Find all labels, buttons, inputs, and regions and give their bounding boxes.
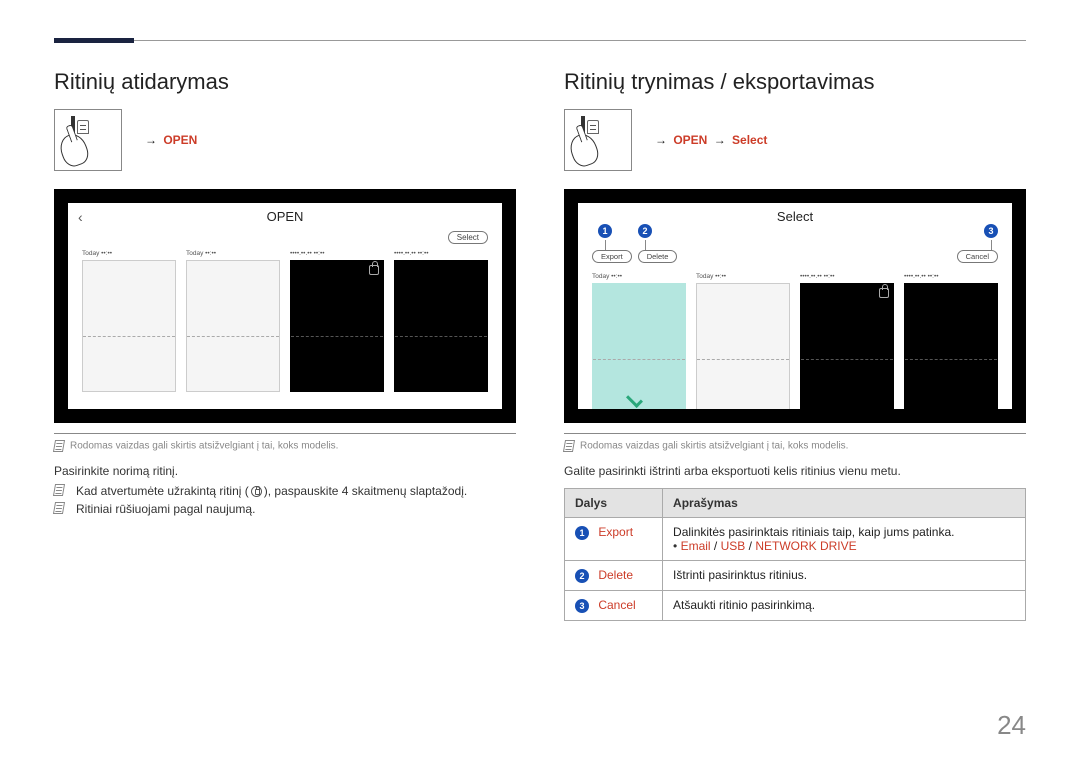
row-label: Cancel [598,598,635,612]
table-row: 1 Export Dalinkitės pasirinktais ritinia… [565,518,1026,561]
roll-label: Today ••:•• [82,250,176,260]
lock-icon [369,265,379,275]
open-screen: ‹ OPEN Select Today ••:•• Today ••:•• [54,189,516,423]
delete-button[interactable]: Delete [638,250,678,263]
roll-item[interactable]: Today ••:•• [82,250,176,392]
callout-3: 3 [984,224,998,238]
note-icon [563,440,575,452]
touch-open-icon [564,109,632,171]
row-label: Export [598,525,633,539]
bullet-text: Kad atvertumėte užrakintą ritinį ( [76,484,249,498]
callout-2: 2 [638,224,652,238]
arrow-icon: → [655,133,667,147]
divider [564,433,1026,434]
roll-label: Today ••:•• [696,273,790,283]
roll-label: ••••.••.•• ••:•• [904,273,998,283]
note-text: Rodomas vaizdas gali skirtis atsižvelgia… [580,441,848,452]
path-open: OPEN [163,133,197,147]
roll-item[interactable]: Today ••:•• [186,250,280,392]
select-screen: Select 1 2 3 Export Delete Cancel [564,189,1026,423]
roll-label: Today ••:•• [186,250,280,260]
left-path: → OPEN [142,133,197,147]
row-desc: Ištrinti pasirinktus ritinius. [663,561,1026,591]
roll-item[interactable]: ••••.••.•• ••:•• [394,250,488,392]
right-body: Galite pasirinkti ištrinti arba eksportu… [564,464,1026,478]
left-body: Pasirinkite norimą ritinį. [54,464,516,478]
select-screen-title: Select [578,203,1012,226]
right-path: → OPEN → Select [652,133,767,147]
roll-label: ••••.••.•• ••:•• [800,273,894,283]
opt-usb: USB [721,539,746,553]
divider [54,433,516,434]
path-select: Select [732,133,767,147]
table-row: 3 Cancel Atšaukti ritinio pasirinkimą. [565,591,1026,621]
left-column: Ritinių atidarymas → OPEN ‹ OPEN Select [54,69,516,621]
roll-label: ••••.••.•• ••:•• [290,250,384,260]
th-parts: Dalys [565,489,663,518]
row-desc: Dalinkitės pasirinktais ritiniais taip, … [673,525,1015,539]
right-column: Ritinių trynimas / eksportavimas → OPEN … [564,69,1026,621]
roll-item[interactable]: ••••.••.•• ••:•• [904,273,998,409]
left-title: Ritinių atidarymas [54,69,516,95]
roll-item[interactable]: Today ••:•• [696,273,790,409]
callout-1: 1 [598,224,612,238]
bullet-text: ), paspauskite 4 skaitmenų slaptažodį. [264,484,467,498]
opt-net: NETWORK DRIVE [755,539,856,553]
roll-item[interactable]: ••••.••.•• ••:•• [800,273,894,409]
page-number: 24 [997,710,1026,741]
left-image-note: Rodomas vaizdas gali skirtis atsižvelgia… [54,440,516,452]
header-rule [54,40,1026,41]
select-button[interactable]: Select [448,231,488,244]
export-options: Email / USB / NETWORK DRIVE [673,539,1015,553]
path-open: OPEN [673,133,707,147]
open-screen-title: OPEN [68,203,502,226]
arrow-icon: → [145,133,157,147]
right-image-note: Rodomas vaizdas gali skirtis atsižvelgia… [564,440,1026,452]
export-button[interactable]: Export [592,250,632,263]
note-icon [53,440,65,452]
bullet-text: Ritiniai rūšiuojami pagal naujumą. [76,502,255,516]
note-icon [53,502,65,514]
roll-label: Today ••:•• [592,273,686,283]
row-num: 3 [575,599,589,613]
sep: / [745,539,755,553]
check-icon [626,388,652,404]
roll-item[interactable]: Today ••:•• [592,273,686,409]
cancel-button[interactable]: Cancel [957,250,998,263]
row-desc: Atšaukti ritinio pasirinkimą. [663,591,1026,621]
parts-table: Dalys Aprašymas 1 Export Dalinkitės pasi… [564,488,1026,621]
roll-item[interactable]: ••••.••.•• ••:•• [290,250,384,392]
th-desc: Aprašymas [663,489,1026,518]
arrow-icon: → [714,133,726,147]
lock-icon [879,288,889,298]
row-num: 2 [575,569,589,583]
roll-label: ••••.••.•• ••:•• [394,250,488,260]
row-label: Delete [598,568,633,582]
table-row: 2 Delete Ištrinti pasirinktus ritinius. [565,561,1026,591]
row-num: 1 [575,526,589,540]
left-bullet-2: Ritiniai rūšiuojami pagal naujumą. [54,502,516,516]
touch-open-icon [54,109,122,171]
sep: / [711,539,721,553]
note-icon [53,484,65,496]
opt-email: Email [681,539,711,553]
lock-icon [251,486,262,497]
note-text: Rodomas vaizdas gali skirtis atsižvelgia… [70,441,338,452]
right-title: Ritinių trynimas / eksportavimas [564,69,1026,95]
left-bullet-1: Kad atvertumėte užrakintą ritinį ( ), pas… [54,484,516,498]
